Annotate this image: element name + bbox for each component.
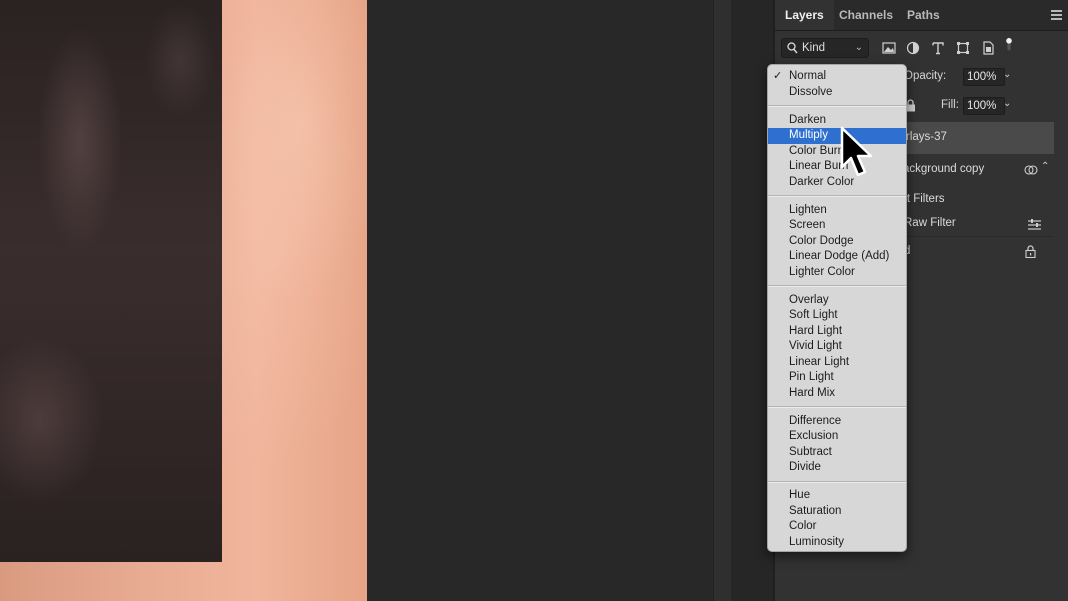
blend-mode-option[interactable]: Hard Mix: [768, 386, 906, 402]
blend-mode-label: Screen: [789, 219, 826, 231]
blend-mode-label: Exclusion: [789, 430, 839, 442]
menu-separator: [768, 195, 906, 197]
layer-name: rlays-37: [906, 131, 947, 143]
canvas-pasteboard: [367, 0, 713, 601]
smart-object-badge-icon: [1024, 165, 1038, 175]
blend-mode-label: Vivid Light: [789, 340, 842, 352]
blend-mode-option[interactable]: Hard Light: [768, 324, 906, 340]
fill-chevron-icon[interactable]: ⌄: [1003, 98, 1011, 109]
blend-mode-label: Hard Mix: [789, 386, 836, 399]
blend-mode-label: Lighten: [789, 203, 827, 216]
opacity-label: Opacity:: [904, 70, 947, 82]
blend-mode-option[interactable]: Darken: [768, 113, 906, 129]
blend-mode-label: Linear Burn: [789, 160, 849, 172]
blend-mode-label: Color Dodge: [789, 234, 854, 247]
blend-mode-label: Saturation: [789, 504, 842, 517]
tab-paths[interactable]: Paths: [897, 0, 950, 30]
blend-mode-label: Dissolve: [789, 85, 833, 98]
kind-filter-select[interactable]: Kind ⌄: [781, 38, 869, 58]
blend-mode-label: Pin Light: [789, 371, 834, 383]
blend-mode-option[interactable]: Lighter Color: [768, 265, 906, 281]
blend-mode-option[interactable]: Multiply: [768, 128, 906, 144]
blend-mode-option[interactable]: Dissolve: [768, 85, 906, 101]
blend-mode-label: Color: [789, 520, 817, 532]
blend-mode-label: Soft Light: [789, 309, 838, 321]
blend-mode-label: Divide: [789, 461, 821, 473]
blend-mode-label: Luminosity: [789, 535, 844, 548]
blend-mode-option[interactable]: Luminosity: [768, 535, 906, 551]
blend-mode-label: Hue: [789, 489, 811, 501]
blend-mode-option[interactable]: Exclusion: [768, 429, 906, 445]
checkmark-icon: ✓: [773, 70, 783, 82]
filter-name: Raw Filter: [904, 217, 956, 229]
smart-filters-label: rt Filters: [903, 193, 945, 205]
blend-mode-menu[interactable]: ✓ Normal Dissolve Darken Multiply Color Burn L…: [767, 64, 907, 552]
blend-mode-option[interactable]: Color Dodge: [768, 234, 906, 250]
tab-layers[interactable]: Layers: [775, 0, 834, 30]
blend-mode-option[interactable]: Hue: [768, 488, 906, 504]
blend-mode-option[interactable]: Darker Color: [768, 175, 906, 191]
blend-mode-label: Normal: [789, 70, 827, 82]
blend-mode-option[interactable]: Pin Light: [768, 370, 906, 386]
blend-mode-label: Hard Light: [789, 324, 843, 337]
menu-separator: [768, 285, 906, 287]
filter-options-icon[interactable]: [1028, 219, 1041, 230]
blend-mode-label: Color Burn: [789, 144, 844, 157]
menu-separator: [768, 480, 906, 483]
lock-icon: [1025, 245, 1036, 258]
menu-separator: [768, 105, 906, 107]
layer-filter-row: Kind ⌄: [775, 36, 1068, 62]
chevron-up-icon[interactable]: ⌃: [1041, 161, 1049, 172]
blend-mode-option[interactable]: Divide: [768, 460, 906, 476]
menu-separator: [768, 406, 906, 408]
blend-mode-option[interactable]: Vivid Light: [768, 339, 906, 355]
pixel-layer-filter-icon[interactable]: [881, 40, 897, 56]
fill-input[interactable]: 100%: [963, 97, 1005, 115]
layer-name: ackground copy: [903, 163, 985, 175]
blend-mode-option[interactable]: Linear Burn: [768, 159, 906, 175]
panel-menu-icon[interactable]: [1051, 10, 1062, 22]
opacity-input[interactable]: 100%: [963, 68, 1005, 86]
search-icon: [787, 42, 798, 54]
blend-mode-option[interactable]: ✓ Normal: [768, 69, 906, 85]
blend-mode-option[interactable]: Difference: [768, 414, 906, 430]
type-layer-filter-icon[interactable]: [930, 40, 946, 56]
canvas-image-dark-region: [0, 0, 222, 562]
blend-mode-label: Difference: [789, 414, 842, 427]
blend-mode-label: Overlay: [789, 293, 829, 306]
panel-tab-bar: Layers Channels Paths: [775, 0, 1068, 31]
blend-mode-label: Linear Dodge (Add): [789, 250, 890, 262]
kind-filter-label: Kind: [802, 42, 826, 54]
blend-mode-label: Lighter Color: [789, 265, 855, 278]
blend-mode-option[interactable]: Subtract: [768, 445, 906, 461]
blend-mode-option[interactable]: Linear Dodge (Add): [768, 249, 906, 265]
adjustment-layer-filter-icon[interactable]: [905, 40, 921, 56]
shape-layer-filter-icon[interactable]: [955, 40, 971, 56]
smart-object-filter-icon[interactable]: [980, 40, 996, 56]
canvas-scrollbar[interactable]: [713, 0, 733, 601]
blend-mode-option[interactable]: Screen: [768, 218, 906, 234]
blend-mode-label: Darken: [789, 113, 827, 126]
blend-mode-option[interactable]: Linear Light: [768, 355, 906, 371]
blend-mode-option[interactable]: Color: [768, 519, 906, 535]
blend-mode-option[interactable]: Color Burn: [768, 144, 906, 160]
blend-mode-option[interactable]: Lighten: [768, 203, 906, 219]
blend-mode-label: Subtract: [789, 445, 832, 458]
blend-mode-label: Linear Light: [789, 355, 850, 368]
blend-mode-label: Darker Color: [789, 175, 855, 188]
opacity-chevron-icon[interactable]: ⌄: [1003, 69, 1011, 80]
blend-mode-option[interactable]: Overlay: [768, 293, 906, 309]
chevron-down-icon: ⌄: [854, 42, 863, 53]
blend-mode-option[interactable]: Saturation: [768, 504, 906, 520]
tab-channels[interactable]: Channels: [829, 0, 903, 30]
filter-toggle-icon[interactable]: [1001, 36, 1017, 52]
blend-mode-label: Multiply: [789, 129, 828, 141]
fill-label: Fill:: [941, 99, 959, 111]
blend-mode-option[interactable]: Soft Light: [768, 308, 906, 324]
